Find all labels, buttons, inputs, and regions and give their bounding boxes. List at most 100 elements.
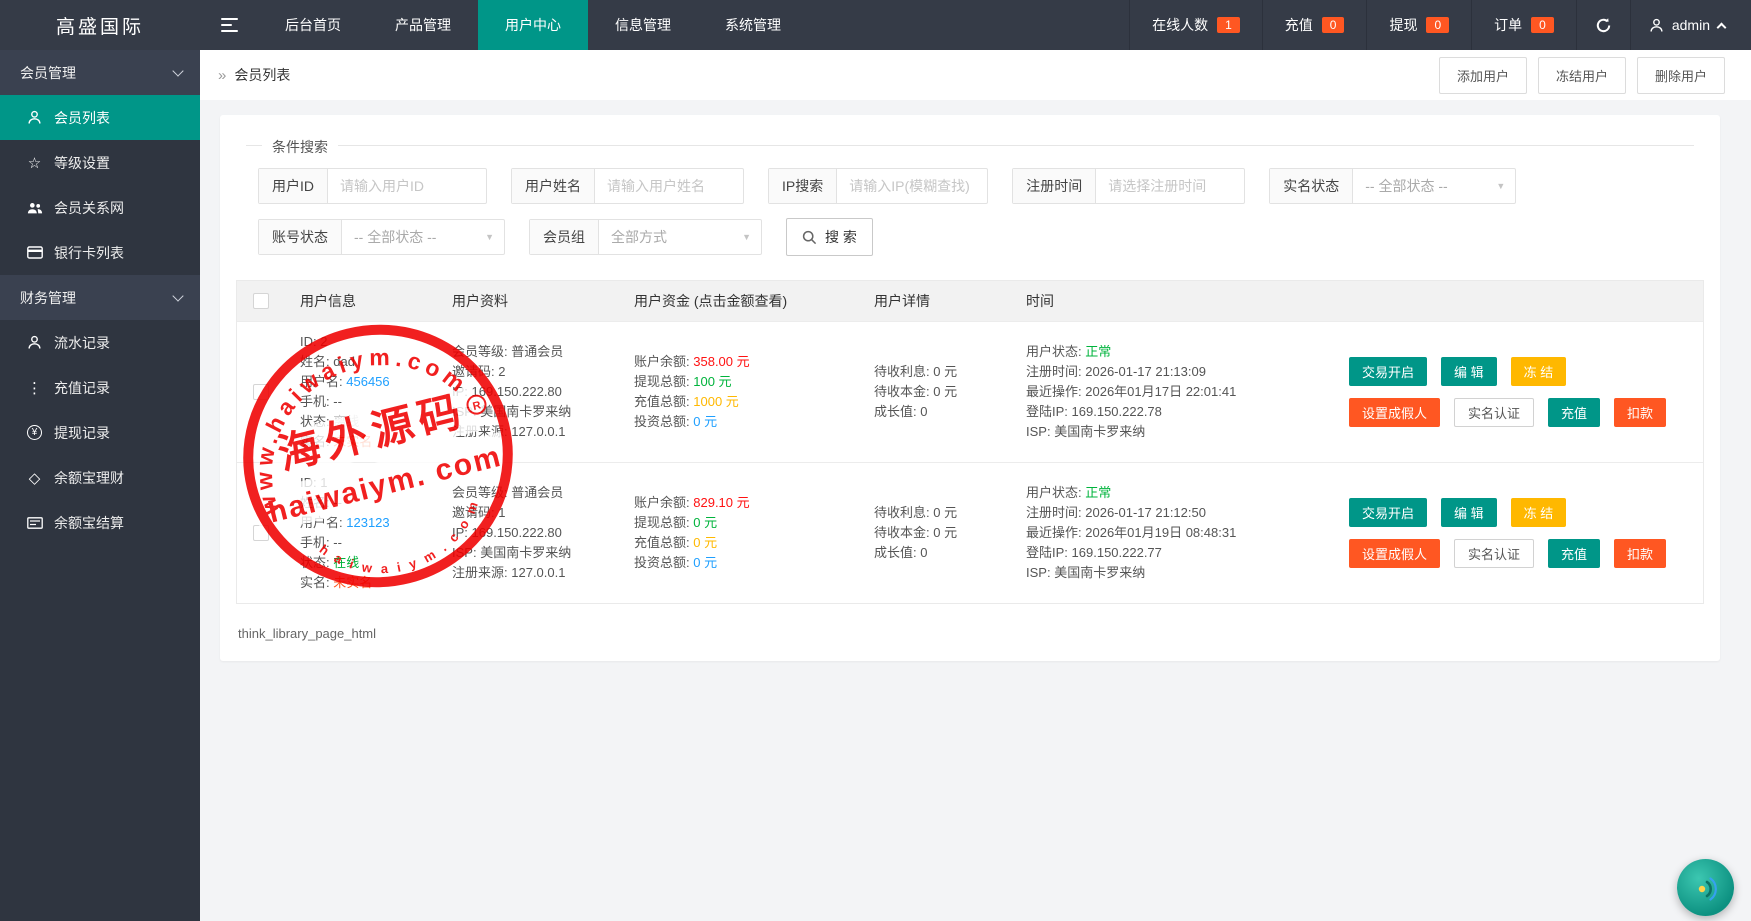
sidebar-group-label: 会员管理 <box>20 64 76 81</box>
chevron-down-icon <box>172 289 184 302</box>
recharge-button[interactable]: 充值 <box>1548 398 1601 427</box>
freeze-button[interactable]: 冻 结 <box>1510 357 1567 386</box>
list-icon <box>26 516 43 529</box>
sidebar-item-label: 等级设置 <box>54 154 110 171</box>
page-actions: 添加用户 冻结用户 删除用户 <box>1438 56 1733 94</box>
floating-service-button[interactable] <box>1677 859 1734 916</box>
sidebar-item-relation-network[interactable]: 会员关系网 <box>0 185 200 230</box>
realname-verify-button[interactable]: 实名认证 <box>1454 398 1535 427</box>
withdraw-amount[interactable]: 100 元 <box>693 374 731 389</box>
sidebar-item-label: 充值记录 <box>54 379 110 396</box>
user-funds-cell: 账户余额: 358.00 元 提现总额: 100 元 充值总额: 1000 元 … <box>634 354 750 429</box>
select-all-checkbox[interactable] <box>253 293 269 309</box>
username-link[interactable]: 123123 <box>346 515 389 530</box>
stat-recharge[interactable]: 充值 0 <box>1261 0 1367 50</box>
selected-value: 全部方式 <box>611 229 667 245</box>
reg-time-input[interactable] <box>1096 169 1245 203</box>
dropdown-arrow-icon: ▼ <box>485 232 494 242</box>
add-user-button[interactable]: 添加用户 <box>1438 56 1527 94</box>
sidebar-item-label: 余额宝理财 <box>54 469 124 486</box>
sidebar-item-level-settings[interactable]: ☆ 等级设置 <box>0 140 200 185</box>
col-user-funds: 用户资金 (点击金额查看) <box>634 293 788 309</box>
user-detail-cell: 待收利息: 0 元 待收本金: 0 元 成长值: 0 <box>874 364 958 419</box>
refresh-button[interactable] <box>1575 0 1630 50</box>
edit-button[interactable]: 编 辑 <box>1441 498 1497 527</box>
account-status-select[interactable]: -- 全部状态 -- ▼ <box>342 220 504 254</box>
breadcrumb-arrow-icon: » <box>218 66 227 84</box>
field-label: 用户ID <box>259 169 328 203</box>
stat-withdraw[interactable]: 提现 0 <box>1366 0 1471 50</box>
sidebar-item-recharge-records[interactable]: ⋮ 充值记录 <box>0 365 200 410</box>
dropdown-arrow-icon: ▼ <box>742 232 751 242</box>
trade-toggle-button[interactable]: 交易开启 <box>1349 498 1428 527</box>
nav-system[interactable]: 系统管理 <box>698 0 808 50</box>
bank-card-icon <box>26 246 43 259</box>
balance-amount[interactable]: 829.10 元 <box>693 495 749 510</box>
invest-amount[interactable]: 0 元 <box>693 414 717 429</box>
stat-online-users[interactable]: 在线人数 1 <box>1129 0 1262 50</box>
menu-toggle-icon[interactable] <box>200 0 258 50</box>
recharge-amount[interactable]: 0 元 <box>693 535 717 550</box>
search-icon <box>802 230 817 244</box>
ip-search-input[interactable] <box>837 169 988 203</box>
search-button[interactable]: 搜 索 <box>786 218 873 256</box>
balance-amount[interactable]: 358.00 元 <box>693 354 749 369</box>
row-checkbox[interactable] <box>253 384 269 400</box>
search-panel-legend: 条件搜索 <box>262 137 338 157</box>
stat-orders[interactable]: 订单 0 <box>1471 0 1576 50</box>
sidebar-item-yuebao-invest[interactable]: ◇ 余额宝理财 <box>0 455 200 500</box>
search-row-1: 用户ID 用户姓名 IP搜索 注册时间 实名状态 <box>258 168 1694 204</box>
recharge-button[interactable]: 充值 <box>1548 539 1601 568</box>
sidebar-item-member-list[interactable]: 会员列表 <box>0 95 200 140</box>
sidebar-item-yuebao-settle[interactable]: 余额宝结算 <box>0 500 200 545</box>
edit-button[interactable]: 编 辑 <box>1441 357 1497 386</box>
real-status-select[interactable]: -- 全部状态 -- ▼ <box>1353 169 1515 203</box>
set-fake-button[interactable]: 设置成假人 <box>1349 398 1441 427</box>
deduct-button[interactable]: 扣款 <box>1614 398 1667 427</box>
freeze-button[interactable]: 冻 结 <box>1510 498 1567 527</box>
chevron-down-icon <box>172 64 184 77</box>
row-checkbox[interactable] <box>253 525 269 541</box>
field-label: IP搜索 <box>769 169 838 203</box>
brand-logo: 高盛国际 <box>55 16 144 38</box>
time-cell: 用户状态: 正常 注册时间: 2026-01-17 21:13:09 最近操作:… <box>1026 344 1237 439</box>
user-name-input[interactable] <box>595 169 743 203</box>
sidebar-item-flow-records[interactable]: 流水记录 <box>0 320 200 365</box>
user-menu[interactable]: admin <box>1629 0 1751 50</box>
invest-amount[interactable]: 0 元 <box>693 555 717 570</box>
sidebar-item-bank-cards[interactable]: 银行卡列表 <box>0 230 200 275</box>
sidebar-group-finance[interactable]: 财务管理 <box>0 275 200 320</box>
recharge-amount[interactable]: 1000 元 <box>693 394 739 409</box>
realname-status: 未实名 <box>333 575 373 590</box>
username-link[interactable]: 456456 <box>346 374 389 389</box>
stat-badge: 0 <box>1321 17 1345 33</box>
nav-information[interactable]: 信息管理 <box>588 0 698 50</box>
user-status: 正常 <box>1085 485 1112 500</box>
page-title: 会员列表 <box>234 67 291 83</box>
sidebar-item-label: 流水记录 <box>54 334 110 351</box>
dots-vertical-icon: ⋮ <box>27 379 42 397</box>
stat-badge: 0 <box>1426 17 1450 33</box>
col-user-info: 用户信息 <box>300 293 356 309</box>
user-funds-cell: 账户余额: 829.10 元 提现总额: 0 元 充值总额: 0 元 投资总额:… <box>634 495 750 570</box>
sidebar-group-member[interactable]: 会员管理 <box>0 50 200 95</box>
delete-user-button[interactable]: 删除用户 <box>1636 56 1725 94</box>
freeze-user-button[interactable]: 冻结用户 <box>1537 56 1626 94</box>
trade-toggle-button[interactable]: 交易开启 <box>1349 357 1428 386</box>
selected-value: -- 全部状态 -- <box>354 229 437 245</box>
sidebar-item-withdraw-records[interactable]: ¥ 提现记录 <box>0 410 200 455</box>
user-id-input[interactable] <box>328 169 486 203</box>
deduct-button[interactable]: 扣款 <box>1614 539 1667 568</box>
member-group-select[interactable]: 全部方式 ▼ <box>599 220 761 254</box>
top-nav: 后台首页 产品管理 用户中心 信息管理 系统管理 <box>258 0 808 50</box>
set-fake-button[interactable]: 设置成假人 <box>1349 539 1441 568</box>
nav-products[interactable]: 产品管理 <box>368 0 478 50</box>
withdraw-amount[interactable]: 0 元 <box>693 515 717 530</box>
field-user-name: 用户姓名 <box>511 168 744 204</box>
voice-wave-icon <box>1698 876 1717 901</box>
realname-verify-button[interactable]: 实名认证 <box>1454 539 1535 568</box>
nav-user-center[interactable]: 用户中心 <box>478 0 588 50</box>
nav-dashboard[interactable]: 后台首页 <box>258 0 368 50</box>
col-user-profile: 用户资料 <box>452 293 508 309</box>
field-real-status: 实名状态 -- 全部状态 -- ▼ <box>1269 168 1517 204</box>
